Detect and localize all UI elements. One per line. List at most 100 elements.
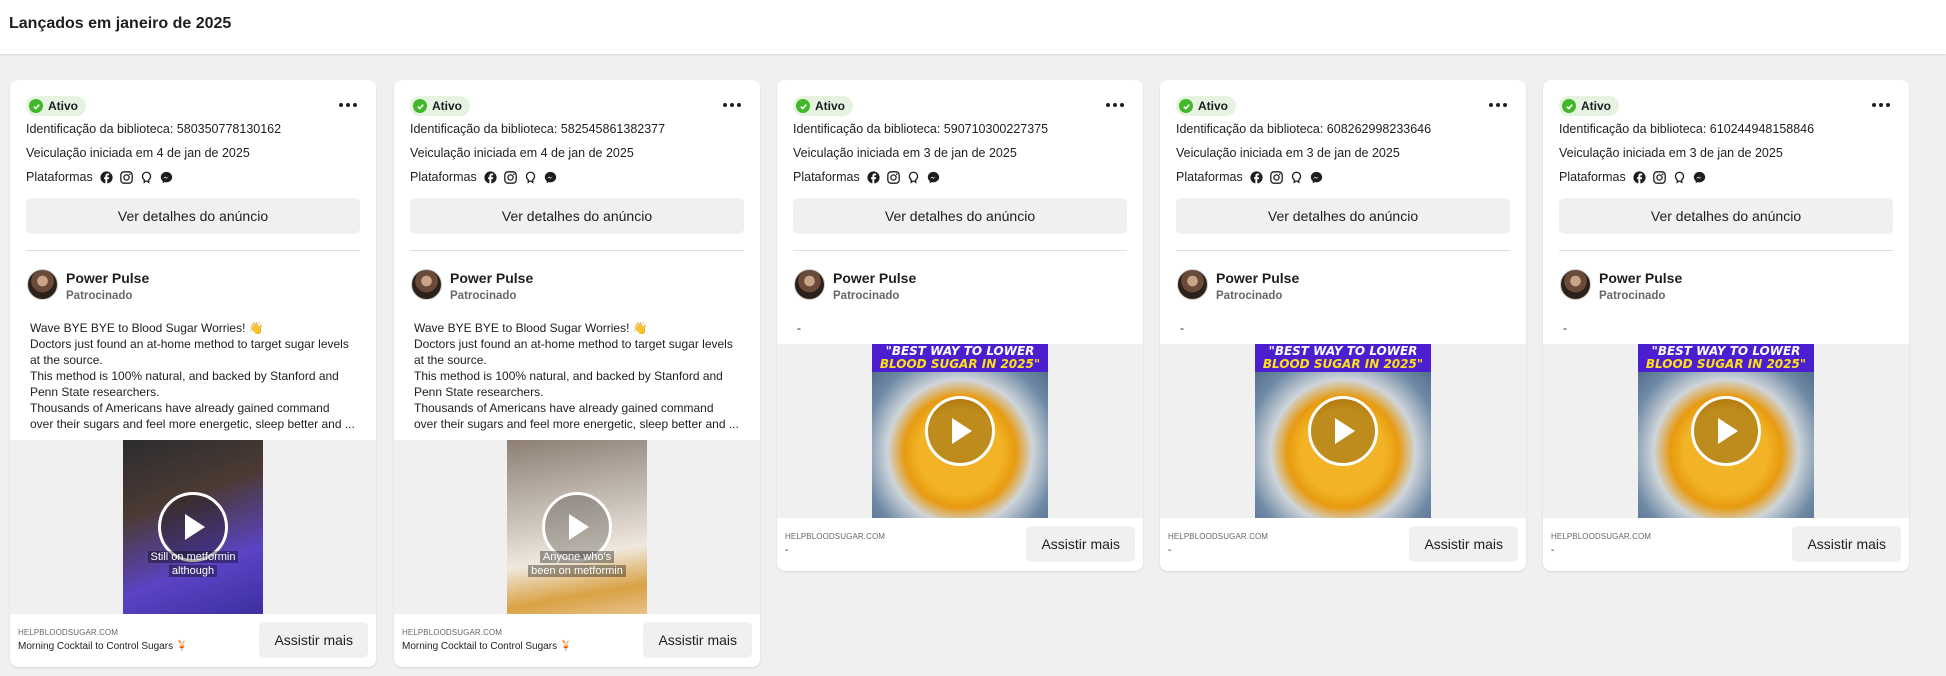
banner-line: BLOOD SUGAR IN 2025" xyxy=(1262,357,1424,371)
ad-card: Ativo Identificação da biblioteca: 58035… xyxy=(10,80,376,667)
audience-network-icon xyxy=(1290,171,1303,184)
ad-details-button[interactable]: Ver detalhes do anúncio xyxy=(793,198,1127,234)
play-icon[interactable] xyxy=(925,396,995,466)
avatar[interactable] xyxy=(27,269,58,300)
play-icon[interactable] xyxy=(1691,396,1761,466)
status-badge: Ativo xyxy=(1559,96,1619,116)
watch-more-button[interactable]: Assistir mais xyxy=(259,622,368,658)
platforms-label: Plataformas xyxy=(1559,170,1626,184)
page-name[interactable]: Power Pulse xyxy=(1216,270,1299,286)
page-name[interactable]: Power Pulse xyxy=(66,270,149,286)
ad-details-button[interactable]: Ver detalhes do anúncio xyxy=(26,198,360,234)
ad-card: Ativo Identificação da biblioteca: 61024… xyxy=(1543,80,1909,571)
video-banner: "BEST WAY TO LOWER BLOOD SUGAR IN 2025" xyxy=(1638,344,1814,372)
sponsored-label: Patrocinado xyxy=(1216,290,1283,302)
body-line: Doctors just found an at-home method to … xyxy=(414,337,733,351)
facebook-icon xyxy=(1633,170,1646,184)
body-line: at the source. xyxy=(30,353,103,367)
ad-card: Ativo Identificação da biblioteca: 58254… xyxy=(394,80,760,667)
body-line: over their sugars and feel more energeti… xyxy=(30,417,355,431)
status-label: Ativo xyxy=(1198,99,1228,113)
body-line: at the source. xyxy=(414,353,487,367)
status-label: Ativo xyxy=(432,99,462,113)
more-options-icon[interactable] xyxy=(1486,95,1510,115)
body-line: This method is 100% natural, and backed … xyxy=(30,369,339,383)
ad-details-button[interactable]: Ver detalhes do anúncio xyxy=(410,198,744,234)
check-icon xyxy=(29,99,43,113)
status-label: Ativo xyxy=(1581,99,1611,113)
start-date: Veiculação iniciada em 4 de jan de 2025 xyxy=(26,146,250,160)
audience-network-icon xyxy=(524,171,537,184)
page-name[interactable]: Power Pulse xyxy=(1599,270,1682,286)
watch-more-button[interactable]: Assistir mais xyxy=(1409,526,1518,562)
check-icon xyxy=(796,99,810,113)
status-badge: Ativo xyxy=(26,96,86,116)
check-icon xyxy=(1179,99,1193,113)
page-name[interactable]: Power Pulse xyxy=(833,270,916,286)
avatar[interactable] xyxy=(1560,269,1591,300)
instagram-icon xyxy=(1269,170,1283,184)
ad-video[interactable]: Anyone who's been on metformin xyxy=(507,440,647,614)
avatar[interactable] xyxy=(794,269,825,300)
more-options-icon[interactable] xyxy=(720,95,744,115)
sponsored-label: Patrocinado xyxy=(450,290,517,302)
more-options-icon[interactable] xyxy=(1103,95,1127,115)
platforms-label: Plataformas xyxy=(26,170,93,184)
page-name[interactable]: Power Pulse xyxy=(450,270,533,286)
platforms-label: Plataformas xyxy=(1176,170,1243,184)
ad-body-text: Wave BYE BYE to Blood Sugar Worries! 👋 D… xyxy=(30,320,360,432)
facebook-icon xyxy=(867,170,880,184)
body-line: Doctors just found an at-home method to … xyxy=(30,337,349,351)
watch-more-button[interactable]: Assistir mais xyxy=(1792,526,1901,562)
facebook-icon xyxy=(1250,170,1263,184)
watch-more-button[interactable]: Assistir mais xyxy=(643,622,752,658)
start-date: Veiculação iniciada em 3 de jan de 2025 xyxy=(793,146,1017,160)
audience-network-icon xyxy=(140,171,153,184)
ad-video[interactable]: "BEST WAY TO LOWER BLOOD SUGAR IN 2025" xyxy=(1638,344,1814,518)
ad-details-button[interactable]: Ver detalhes do anúncio xyxy=(1559,198,1893,234)
ad-details-button[interactable]: Ver detalhes do anúncio xyxy=(1176,198,1510,234)
ad-media: "BEST WAY TO LOWER BLOOD SUGAR IN 2025" xyxy=(1160,344,1526,518)
library-id: Identificação da biblioteca: 58035077813… xyxy=(26,122,282,136)
ad-media: "BEST WAY TO LOWER BLOOD SUGAR IN 2025" xyxy=(777,344,1143,518)
ad-body-text: Wave BYE BYE to Blood Sugar Worries! 👋 D… xyxy=(414,320,744,432)
cta-title: Morning Cocktail to Control Sugars 🍹 xyxy=(402,641,573,652)
platforms-row: Plataformas xyxy=(1559,170,1706,184)
start-date: Veiculação iniciada em 3 de jan de 2025 xyxy=(1176,146,1400,160)
ad-media: Still on metformin although xyxy=(10,440,376,614)
more-options-icon[interactable] xyxy=(336,95,360,115)
ad-body-text: - xyxy=(797,321,801,335)
watch-more-button[interactable]: Assistir mais xyxy=(1026,526,1135,562)
cta-title: - xyxy=(1168,545,1172,556)
avatar[interactable] xyxy=(411,269,442,300)
instagram-icon xyxy=(119,170,133,184)
play-icon[interactable] xyxy=(1308,396,1378,466)
ad-card: Ativo Identificação da biblioteca: 59071… xyxy=(777,80,1143,571)
body-line: Wave BYE BYE to Blood Sugar Worries! 👋 xyxy=(414,321,648,335)
video-banner: "BEST WAY TO LOWER BLOOD SUGAR IN 2025" xyxy=(1255,344,1431,372)
video-banner: "BEST WAY TO LOWER BLOOD SUGAR IN 2025" xyxy=(872,344,1048,372)
messenger-icon xyxy=(544,171,557,184)
body-line: Thousands of Americans have already gain… xyxy=(30,401,330,415)
ad-video[interactable]: "BEST WAY TO LOWER BLOOD SUGAR IN 2025" xyxy=(872,344,1048,518)
banner-line: BLOOD SUGAR IN 2025" xyxy=(1645,357,1807,371)
messenger-icon xyxy=(927,171,940,184)
divider xyxy=(1559,250,1893,251)
audience-network-icon xyxy=(1673,171,1686,184)
ad-card: Ativo Identificação da biblioteca: 60826… xyxy=(1160,80,1526,571)
body-line: Thousands of Americans have already gain… xyxy=(414,401,714,415)
audience-network-icon xyxy=(907,171,920,184)
ad-video[interactable]: "BEST WAY TO LOWER BLOOD SUGAR IN 2025" xyxy=(1255,344,1431,518)
more-options-icon[interactable] xyxy=(1869,95,1893,115)
instagram-icon xyxy=(1652,170,1666,184)
platforms-row: Plataformas xyxy=(26,170,173,184)
ad-video[interactable]: Still on metformin although xyxy=(123,440,263,614)
instagram-icon xyxy=(503,170,517,184)
ad-media: Anyone who's been on metformin xyxy=(394,440,760,614)
sponsored-label: Patrocinado xyxy=(833,290,900,302)
divider xyxy=(410,250,744,251)
status-badge: Ativo xyxy=(410,96,470,116)
banner-line: BLOOD SUGAR IN 2025" xyxy=(879,357,1041,371)
cta-domain: HELPBLOODSUGAR.COM xyxy=(1168,532,1269,541)
avatar[interactable] xyxy=(1177,269,1208,300)
